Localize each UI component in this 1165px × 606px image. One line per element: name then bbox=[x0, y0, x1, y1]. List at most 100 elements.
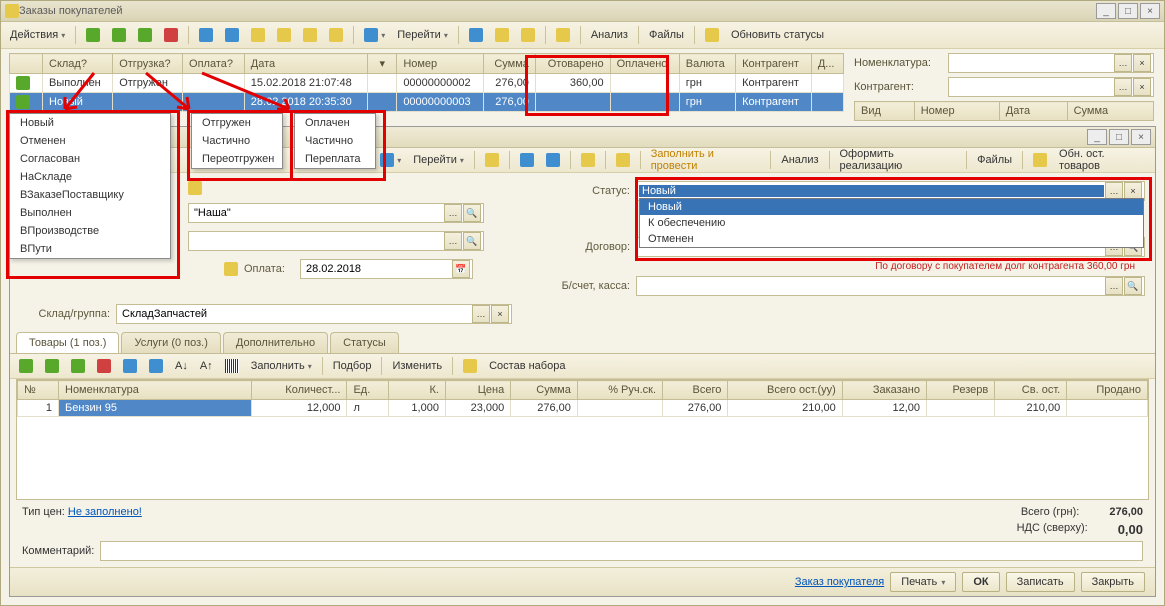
maximize-button[interactable]: □ bbox=[1118, 3, 1138, 19]
copy-icon[interactable] bbox=[107, 25, 131, 45]
filter3-icon[interactable] bbox=[298, 25, 322, 45]
inner-goto-menu[interactable]: Перейти▾ bbox=[408, 151, 469, 169]
tab-statusy[interactable]: Статусы bbox=[330, 332, 399, 353]
menu-item[interactable]: ВПути bbox=[10, 240, 170, 258]
close-button[interactable]: Закрыть bbox=[1081, 572, 1145, 592]
menu-item[interactable]: Частично bbox=[192, 132, 282, 150]
menu-item[interactable]: К обеспечению bbox=[640, 215, 1143, 231]
menu-item[interactable]: ВПроизводстве bbox=[10, 222, 170, 240]
menu-item[interactable]: Отгружен bbox=[192, 114, 282, 132]
realize-button[interactable]: Оформить реализацию bbox=[834, 145, 961, 175]
save-button[interactable]: Записать bbox=[1006, 572, 1075, 592]
analysis-button[interactable]: Анализ bbox=[776, 151, 823, 169]
otgruzka-status-menu[interactable]: Отгружен Частично Переотгружен bbox=[191, 113, 283, 169]
sklad-status-menu[interactable]: Новый Отменен Согласован НаСкладе ВЗаказ… bbox=[9, 113, 171, 259]
items-grid[interactable]: № Номенклатура Количест... Ед. К. Цена С… bbox=[17, 380, 1148, 417]
add-row-icon[interactable] bbox=[14, 356, 38, 376]
menu-item[interactable]: Отменен bbox=[640, 231, 1143, 247]
edit-row-icon[interactable] bbox=[66, 356, 90, 376]
search-icon[interactable] bbox=[576, 150, 600, 170]
inner-close-button[interactable]: × bbox=[1131, 129, 1151, 145]
select-button[interactable]: Подбор bbox=[328, 357, 377, 375]
menu-item[interactable]: Оплачен bbox=[295, 114, 375, 132]
fill-menu[interactable]: Заполнить▾ bbox=[246, 357, 317, 375]
account-input[interactable]: …🔍 bbox=[636, 276, 1145, 296]
barcode-icon[interactable] bbox=[220, 356, 244, 376]
menu-item[interactable]: Новый bbox=[10, 114, 170, 132]
table-row[interactable]: Новый 28.02.2018 20:35:3000000000003 276… bbox=[10, 93, 844, 112]
menu-item[interactable]: Отменен bbox=[10, 132, 170, 150]
menu-item[interactable]: Переотгружен bbox=[192, 150, 282, 168]
menu-item[interactable]: Переплата bbox=[295, 150, 375, 168]
help2-icon[interactable] bbox=[490, 25, 514, 45]
menu-item[interactable]: Согласован bbox=[10, 150, 170, 168]
help1-icon[interactable] bbox=[464, 25, 488, 45]
delete-row-icon[interactable] bbox=[40, 356, 64, 376]
menu-item[interactable]: Новый bbox=[640, 199, 1143, 215]
actions-menu[interactable]: Действия▾ bbox=[5, 26, 70, 44]
orders-grid[interactable]: Склад?Отгрузка?Оплата? Дата▾Номер СуммаО… bbox=[9, 53, 844, 112]
menu-item[interactable]: ВЗаказеПоставщику bbox=[10, 186, 170, 204]
sklad-input[interactable]: …× bbox=[116, 304, 512, 324]
nomenclature-input[interactable]: …× bbox=[948, 53, 1154, 73]
tab-tovary[interactable]: Товары (1 поз.) bbox=[16, 332, 119, 353]
delete-icon[interactable] bbox=[159, 25, 183, 45]
update-status-button[interactable]: Обновить статусы bbox=[726, 26, 829, 44]
oplata-date-input[interactable]: 📅 bbox=[300, 259, 473, 279]
filter2-icon[interactable] bbox=[272, 25, 296, 45]
analysis-button[interactable]: Анализ bbox=[586, 26, 633, 44]
filter4-icon[interactable] bbox=[324, 25, 348, 45]
set-icon[interactable] bbox=[458, 356, 482, 376]
inner-export-icon[interactable]: ▾ bbox=[375, 150, 406, 170]
export-icon[interactable]: ▾ bbox=[359, 25, 390, 45]
edit-icon[interactable] bbox=[133, 25, 157, 45]
menu-item[interactable]: Частично bbox=[295, 132, 375, 150]
list2-icon[interactable] bbox=[541, 150, 565, 170]
menu-item[interactable]: НаСкладе bbox=[10, 168, 170, 186]
close-button[interactable]: × bbox=[1140, 3, 1160, 19]
inner-maximize-button[interactable]: □ bbox=[1109, 129, 1129, 145]
inner-minimize-button[interactable]: _ bbox=[1087, 129, 1107, 145]
upd-stock-icon[interactable] bbox=[1028, 150, 1052, 170]
del2-row-icon[interactable] bbox=[92, 356, 116, 376]
filter1-icon[interactable] bbox=[246, 25, 270, 45]
minimize-button[interactable]: _ bbox=[1096, 3, 1116, 19]
change-button[interactable]: Изменить bbox=[387, 357, 447, 375]
goto-menu[interactable]: Перейти▾ bbox=[392, 26, 453, 44]
clipboard-icon[interactable] bbox=[551, 25, 575, 45]
status-dropdown[interactable]: Новый К обеспечению Отменен bbox=[639, 198, 1144, 248]
sort-asc-icon[interactable]: A↓ bbox=[170, 357, 193, 375]
print-icon[interactable] bbox=[516, 25, 540, 45]
table-row[interactable]: 1 Бензин 95 12,000 л 1,000 23,000 276,00… bbox=[18, 400, 1148, 417]
down-icon[interactable] bbox=[144, 356, 168, 376]
calendar-icon[interactable]: 📅 bbox=[452, 260, 470, 278]
fill-and-post-button[interactable]: Заполнить и провести bbox=[646, 145, 766, 175]
help-icon[interactable] bbox=[480, 150, 504, 170]
add-icon[interactable] bbox=[81, 25, 105, 45]
files-button[interactable]: Файлы bbox=[644, 26, 689, 44]
org-input[interactable]: …🔍 bbox=[188, 203, 484, 223]
tab-uslugi[interactable]: Услуги (0 поз.) bbox=[121, 332, 220, 353]
oplata-status-menu[interactable]: Оплачен Частично Переплата bbox=[294, 113, 376, 169]
files-button[interactable]: Файлы bbox=[972, 151, 1017, 169]
sort-desc-icon[interactable]: A↑ bbox=[195, 357, 218, 375]
nav-prev-icon[interactable] bbox=[220, 25, 244, 45]
extra-input[interactable]: …🔍 bbox=[188, 231, 484, 251]
ok-button[interactable]: ОК bbox=[962, 572, 999, 592]
kontragent-input[interactable]: …× bbox=[948, 77, 1154, 97]
menu-item[interactable]: Выполнен bbox=[10, 204, 170, 222]
composition-button[interactable]: Состав набора bbox=[484, 357, 570, 375]
comment-input[interactable] bbox=[100, 541, 1143, 561]
print-button[interactable]: Печать ▾ bbox=[890, 572, 956, 592]
update-stock-button[interactable]: Обн. ост. товаров bbox=[1054, 145, 1151, 175]
up-icon[interactable] bbox=[118, 356, 142, 376]
rep-icon[interactable] bbox=[700, 25, 724, 45]
price-type-link[interactable]: Не заполнено! bbox=[68, 506, 142, 518]
order-link[interactable]: Заказ покупателя bbox=[795, 576, 884, 588]
table-row[interactable]: ВыполненОтгружен 15.02.2018 21:07:480000… bbox=[10, 74, 844, 93]
tab-dop[interactable]: Дополнительно bbox=[223, 332, 328, 353]
magnify-icon[interactable]: 🔍 bbox=[463, 204, 481, 222]
refresh-icon[interactable] bbox=[194, 25, 218, 45]
clipboard2-icon[interactable] bbox=[611, 150, 635, 170]
list-icon[interactable] bbox=[515, 150, 539, 170]
